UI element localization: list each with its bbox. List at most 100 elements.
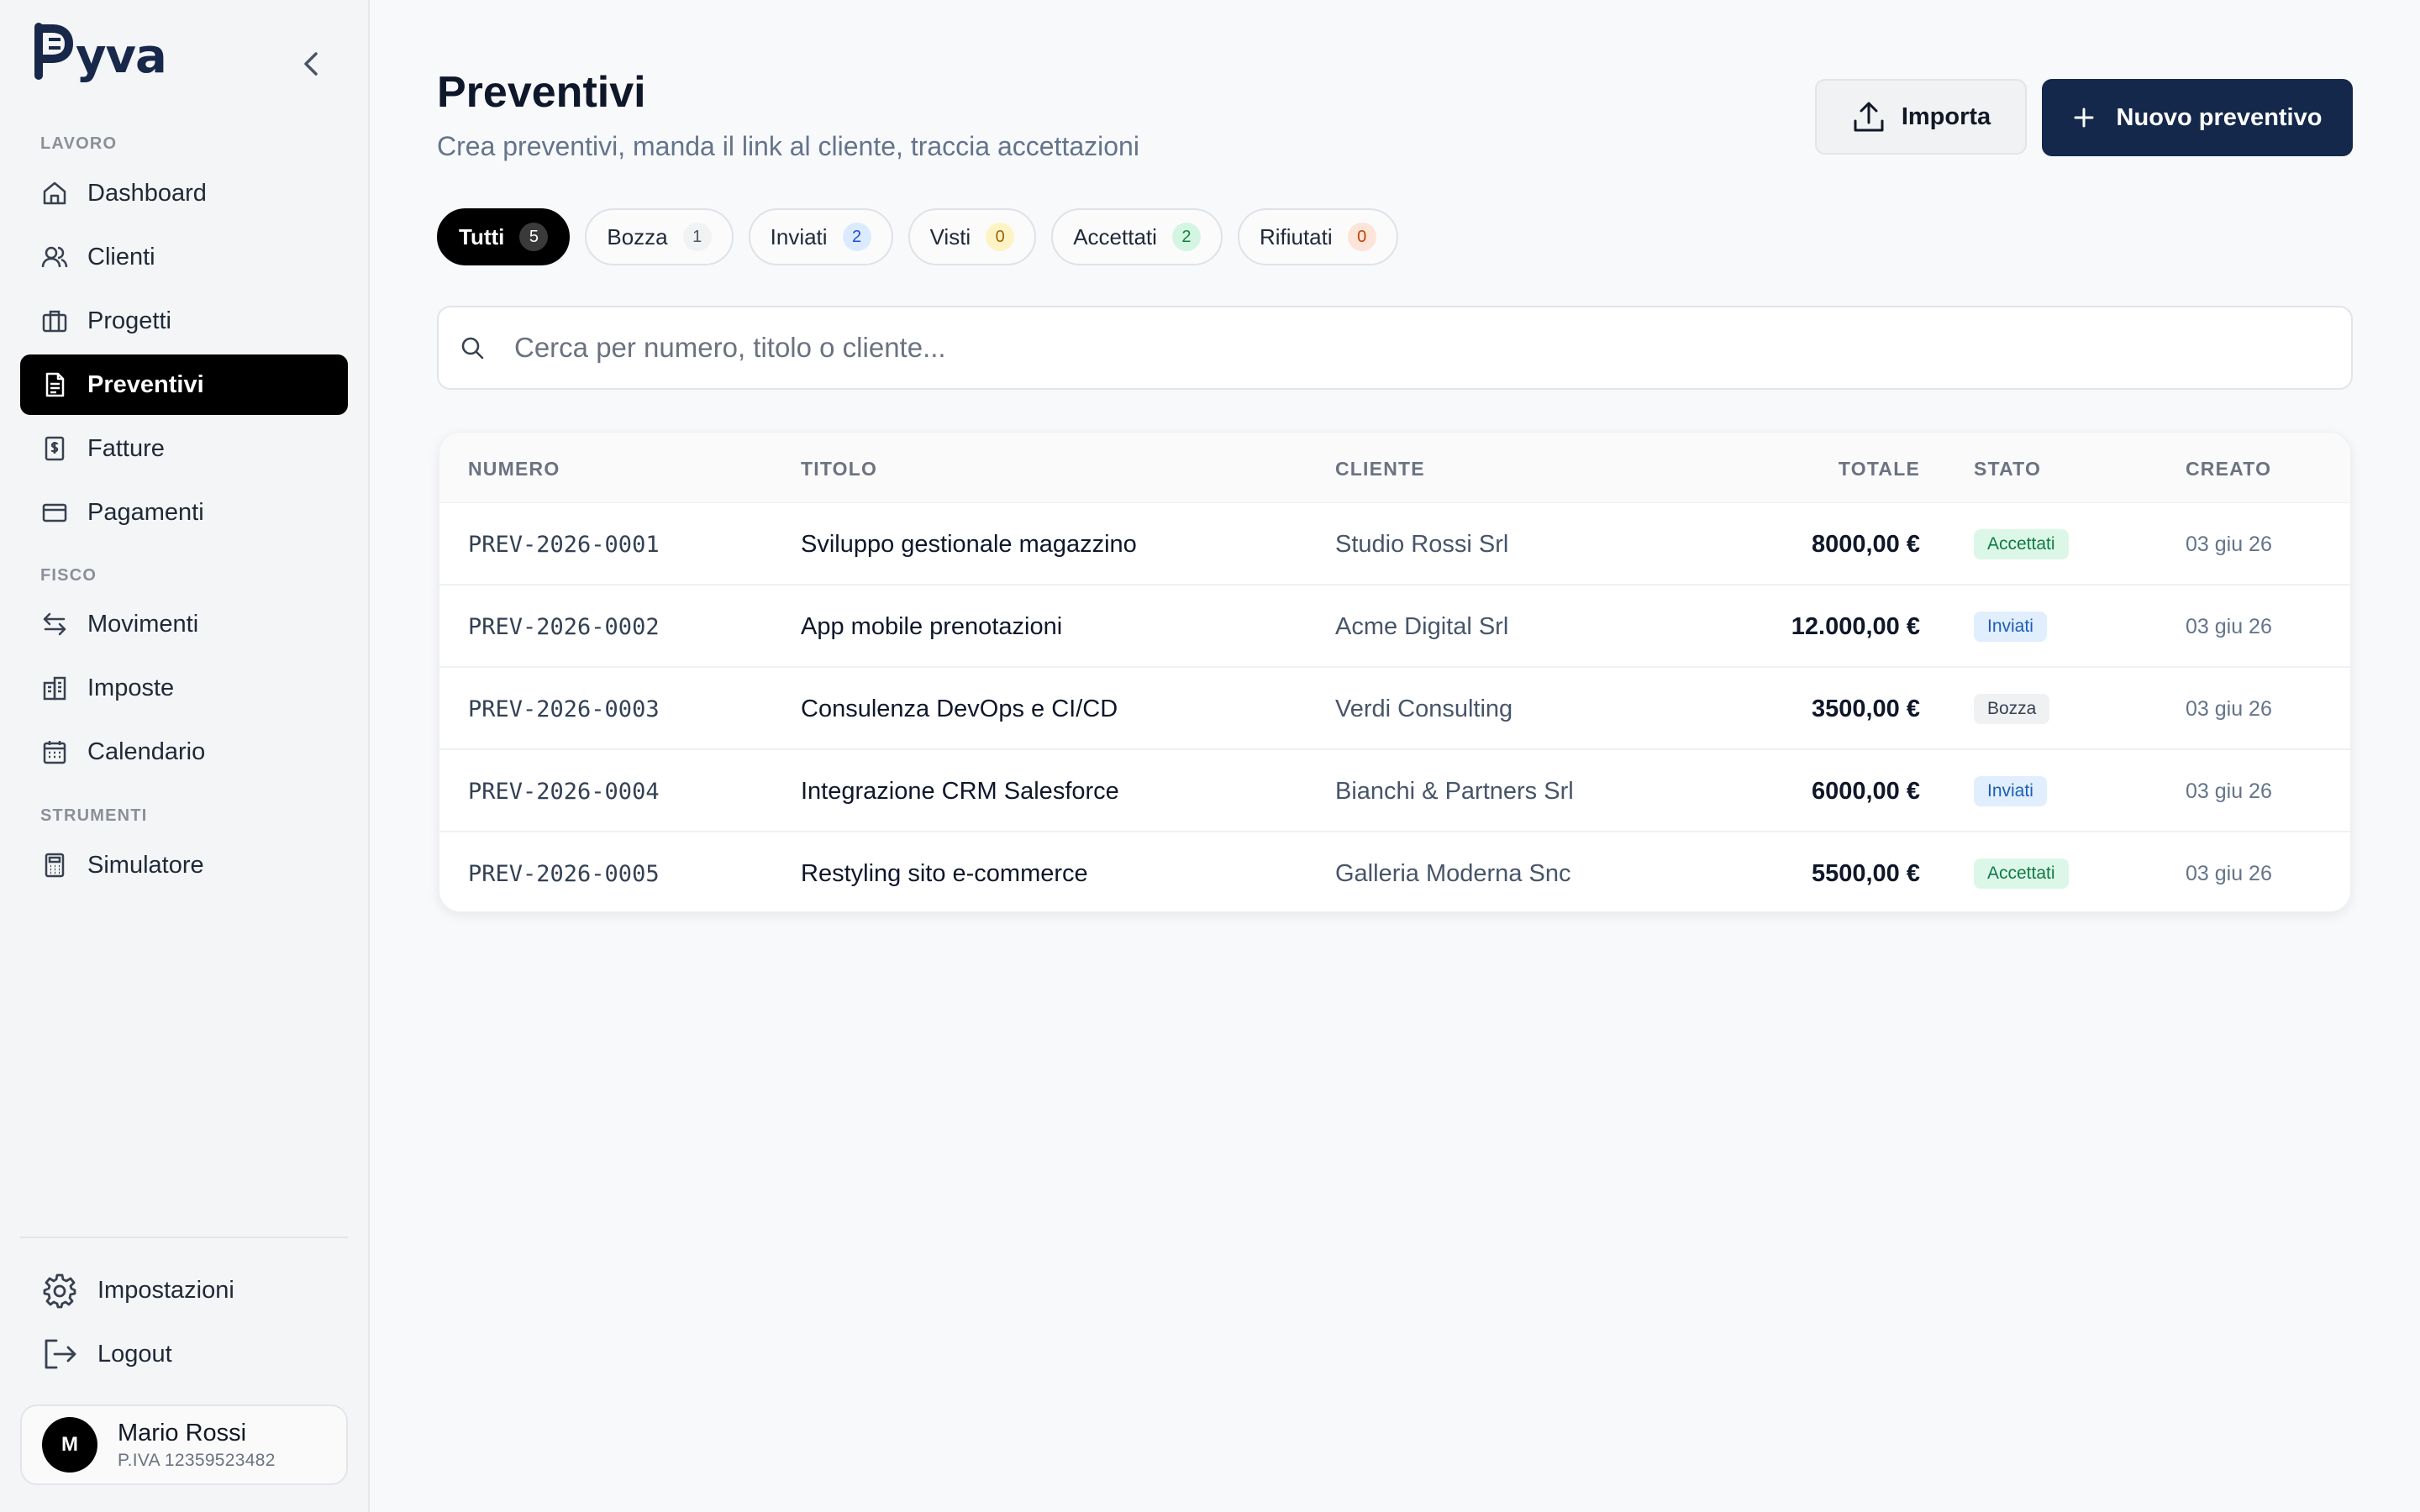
filter-label: Tutti [459, 223, 505, 249]
cell-numero: PREV-2026-0003 [468, 696, 660, 722]
status-badge: Accettati [1974, 858, 2069, 889]
cell-cliente: Verdi Consulting [1335, 695, 1513, 722]
chevron-left-icon [304, 52, 318, 76]
filter-chip-visti[interactable]: Visti 0 [908, 208, 1037, 265]
table-row[interactable]: PREV-2026-0001 Sviluppo gestionale magaz… [439, 503, 2350, 585]
cell-cliente: Acme Digital Srl [1335, 612, 1509, 640]
sidebar-item-label: Calendario [87, 738, 206, 765]
sidebar-item-label: Pagamenti [87, 498, 204, 526]
logout-icon [40, 1335, 79, 1373]
status-filter-tabs: Tutti 5 Bozza 1 Inviati 2 Visti 0 Accett… [437, 208, 1398, 265]
user-name: Mario Rossi [118, 1419, 247, 1446]
app-logo[interactable]: yva [32, 22, 167, 84]
status-badge: Accettati [1974, 529, 2069, 559]
sidebar-item-pagamenti[interactable]: Pagamenti [20, 482, 348, 543]
user-vat: P.IVA 12359523482 [118, 1450, 276, 1470]
building-icon [40, 674, 69, 702]
section-label-strumenti: STRUMENTI [40, 806, 148, 825]
logo-text: yva [76, 29, 167, 84]
filter-count: 2 [1171, 223, 1201, 251]
filter-count: 0 [1347, 223, 1376, 251]
status-badge: Bozza [1974, 694, 2050, 724]
filter-chip-tutti[interactable]: Tutti 5 [437, 208, 571, 265]
logout-label: Logout [97, 1340, 172, 1368]
filter-label: Visti [929, 223, 971, 249]
search-bar[interactable] [437, 306, 2353, 390]
cell-totale: 5500,00 € [1811, 859, 1920, 887]
column-header-totale[interactable]: TOTALE [1839, 458, 1920, 480]
table-row[interactable]: PREV-2026-0004 Integrazione CRM Salesfor… [439, 750, 2350, 832]
receipt-icon [40, 434, 69, 463]
upload-icon [1851, 99, 1886, 134]
filter-count: 5 [519, 223, 549, 251]
table-row[interactable]: PREV-2026-0002 App mobile prenotazioni A… [439, 585, 2350, 668]
filter-chip-bozza[interactable]: Bozza 1 [585, 208, 734, 265]
filter-count: 2 [842, 223, 871, 251]
sidebar-item-clienti[interactable]: Clienti [20, 227, 348, 287]
logout-button[interactable]: Logout [40, 1329, 172, 1379]
briefcase-icon [40, 307, 69, 335]
sidebar-item-label: Preventivi [87, 370, 204, 398]
gear-icon [40, 1271, 79, 1310]
status-badge: Inviati [1974, 776, 2047, 806]
filter-chip-accettati[interactable]: Accettati 2 [1051, 208, 1223, 265]
home-icon [40, 179, 69, 207]
credit-card-icon [40, 498, 69, 527]
calendar-icon [40, 738, 69, 766]
cell-cliente: Bianchi & Partners Srl [1335, 777, 1574, 805]
cell-totale: 6000,00 € [1811, 777, 1920, 805]
sidebar-item-simulatore[interactable]: Simulatore [20, 835, 348, 895]
column-header-titolo[interactable]: TITOLO [801, 458, 877, 480]
cell-cliente: Studio Rossi Srl [1335, 530, 1509, 558]
arrows-swap-icon [40, 610, 69, 638]
sidebar-item-calendario[interactable]: Calendario [20, 722, 348, 782]
status-badge: Inviati [1974, 612, 2047, 642]
sidebar-item-preventivi[interactable]: Preventivi [20, 354, 348, 415]
cell-totale: 12.000,00 € [1791, 612, 1920, 640]
sidebar: yva LAVORO Dashboard Clienti Progetti Pr… [0, 0, 370, 1512]
filter-label: Accettati [1073, 223, 1157, 249]
filter-chip-inviati[interactable]: Inviati 2 [748, 208, 893, 265]
column-header-creato[interactable]: CREATO [2186, 458, 2271, 480]
page-subtitle: Crea preventivi, manda il link al client… [437, 131, 1139, 161]
filter-label: Rifiutati [1259, 223, 1333, 249]
document-icon [40, 370, 69, 399]
cell-titolo: Consulenza DevOps e CI/CD [801, 695, 1118, 722]
new-quote-button[interactable]: Nuovo preventivo [2042, 79, 2353, 156]
column-header-cliente[interactable]: CLIENTE [1335, 458, 1425, 480]
search-icon [459, 334, 492, 361]
settings-label: Impostazioni [97, 1276, 234, 1304]
import-button[interactable]: Importa [1815, 79, 2027, 155]
sidebar-item-progetti[interactable]: Progetti [20, 291, 348, 351]
cell-totale: 8000,00 € [1811, 530, 1920, 558]
sidebar-item-dashboard[interactable]: Dashboard [20, 163, 348, 223]
table-row[interactable]: PREV-2026-0003 Consulenza DevOps e CI/CD… [439, 668, 2350, 750]
filter-count: 0 [986, 223, 1015, 251]
cell-numero: PREV-2026-0002 [468, 613, 660, 640]
sidebar-divider [20, 1236, 348, 1238]
sidebar-item-label: Movimenti [87, 610, 199, 638]
settings-button[interactable]: Impostazioni [40, 1265, 234, 1315]
sidebar-item-fatture[interactable]: Fatture [20, 418, 348, 479]
avatar: M [42, 1417, 97, 1473]
cell-creato: 03 giu 26 [2186, 779, 2272, 803]
sidebar-item-label: Simulatore [87, 851, 204, 879]
cell-creato: 03 giu 26 [2186, 532, 2272, 556]
sidebar-item-imposte[interactable]: Imposte [20, 658, 348, 718]
column-header-numero[interactable]: NUMERO [468, 458, 560, 480]
collapse-sidebar-button[interactable] [296, 49, 326, 79]
import-label: Importa [1901, 102, 1991, 130]
new-quote-label: Nuovo preventivo [2116, 103, 2323, 131]
cell-creato: 03 giu 26 [2186, 861, 2272, 885]
column-header-stato[interactable]: STATO [1974, 458, 2041, 480]
sidebar-item-movimenti[interactable]: Movimenti [20, 594, 348, 654]
search-input[interactable] [514, 332, 2279, 364]
table-row[interactable]: PREV-2026-0005 Restyling sito e-commerce… [439, 832, 2350, 911]
user-profile-card[interactable]: M Mario Rossi P.IVA 12359523482 [20, 1404, 348, 1485]
cell-cliente: Galleria Moderna Snc [1335, 859, 1571, 887]
quotes-table: NUMERO TITOLO CLIENTE TOTALE STATO CREAT… [439, 432, 2351, 912]
cell-titolo: Restyling sito e-commerce [801, 859, 1088, 887]
filter-chip-rifiutati[interactable]: Rifiutati 0 [1237, 208, 1398, 265]
section-label-lavoro: LAVORO [40, 134, 118, 153]
cell-creato: 03 giu 26 [2186, 696, 2272, 721]
